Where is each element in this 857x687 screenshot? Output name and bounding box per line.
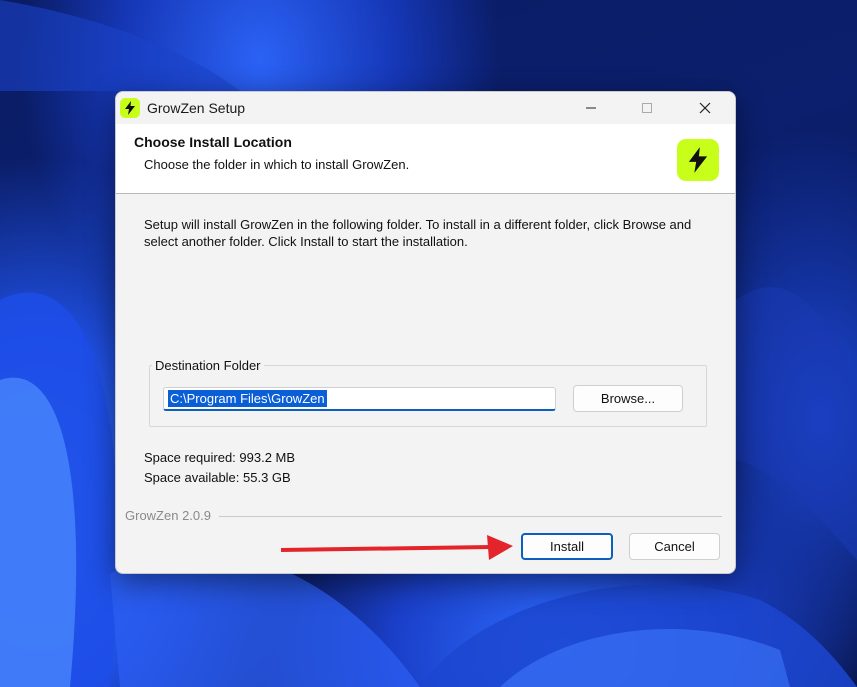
- destination-folder-label: Destination Folder: [152, 358, 264, 373]
- browse-button[interactable]: Browse...: [573, 385, 683, 412]
- minimize-button[interactable]: [568, 92, 614, 124]
- destination-path-text: C:\Program Files\GrowZen: [168, 390, 327, 407]
- maximize-button[interactable]: [624, 92, 670, 124]
- app-lightning-icon: [120, 98, 140, 118]
- title-bar[interactable]: GrowZen Setup: [116, 92, 735, 124]
- page-header: Choose Install Location Choose the folde…: [116, 124, 735, 194]
- red-arrow-annotation: [280, 535, 513, 560]
- app-logo-lightning-icon: [677, 139, 719, 181]
- space-required: Space required: 993.2 MB: [144, 450, 296, 465]
- install-button[interactable]: Install: [521, 533, 613, 560]
- footer-divider: [219, 516, 722, 517]
- setup-window: GrowZen Setup Choose Install Location Ch…: [115, 91, 736, 574]
- destination-path-input[interactable]: C:\Program Files\GrowZen: [163, 387, 556, 411]
- page-subtitle: Choose the folder in which to install Gr…: [144, 157, 410, 172]
- page-title: Choose Install Location: [134, 134, 292, 150]
- cancel-button[interactable]: Cancel: [629, 533, 720, 560]
- close-icon: [699, 102, 711, 114]
- window-title: GrowZen Setup: [147, 100, 246, 116]
- close-button[interactable]: [682, 92, 728, 124]
- maximize-icon: [642, 103, 652, 113]
- minimize-icon: [586, 107, 596, 109]
- version-label: GrowZen 2.0.9: [125, 508, 215, 523]
- install-description: Setup will install GrowZen in the follow…: [144, 217, 692, 249]
- space-available: Space available: 55.3 GB: [144, 470, 291, 485]
